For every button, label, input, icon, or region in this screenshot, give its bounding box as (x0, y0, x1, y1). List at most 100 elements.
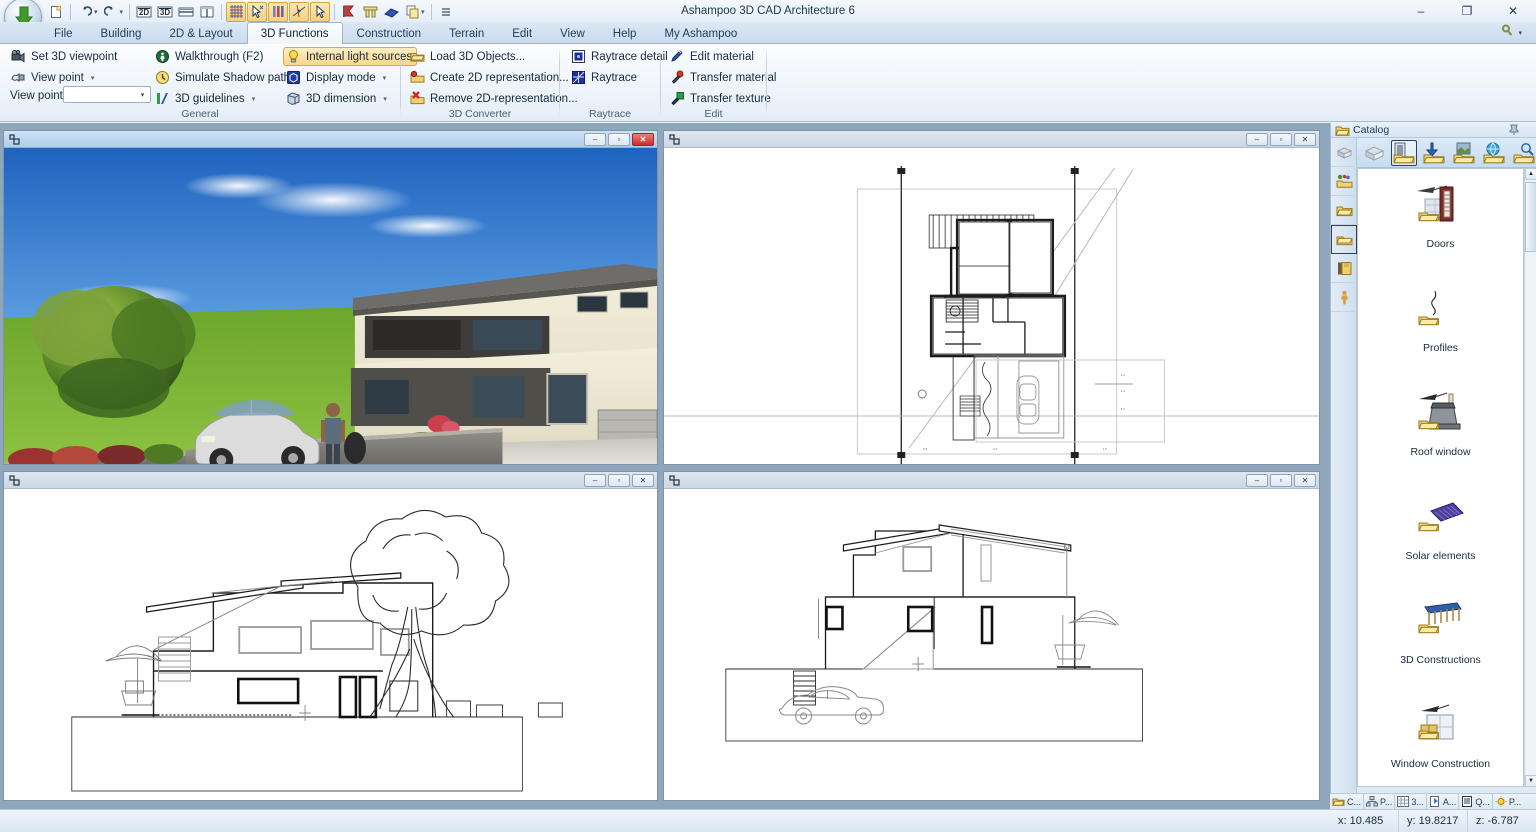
catalog-scrollbar[interactable]: ▲ ▼ (1524, 168, 1536, 787)
tab-building[interactable]: Building (87, 22, 156, 44)
tab-terrain[interactable]: Terrain (435, 22, 498, 44)
raytrace-button[interactable]: Raytrace (568, 68, 642, 87)
viewport-restore-button[interactable]: ▫ (1270, 133, 1292, 146)
object-dropdown-caret[interactable]: ▾ (421, 8, 425, 16)
catalog-tab-globe[interactable] (1481, 140, 1507, 166)
select-arrow-icon[interactable] (310, 2, 330, 22)
status-pane-project[interactable]: P... (1364, 794, 1395, 809)
viewport-canvas[interactable]: 1.22.43.1 0.82.21.5 (664, 148, 1319, 464)
viewport-close-button[interactable]: ✕ (1294, 133, 1316, 146)
viewport-close-button[interactable]: ✕ (1294, 474, 1316, 487)
viewport-minimize-button[interactable]: – (584, 474, 606, 487)
status-pane-3d[interactable]: 3... (1395, 794, 1427, 809)
viewport-minimize-button[interactable]: – (584, 133, 606, 146)
create-2d-representation-button[interactable]: Create 2D representation... (407, 68, 574, 87)
side-tab-plants[interactable] (1331, 167, 1357, 196)
raytrace-detail-button[interactable]: Raytrace detail (568, 47, 673, 66)
viewport-restore-button[interactable]: ▫ (1270, 474, 1292, 487)
viewport-titlebar[interactable]: – ▫ ✕ (4, 472, 657, 489)
view-point-input[interactable] (64, 88, 134, 102)
chevron-down-icon[interactable]: ▾ (135, 87, 150, 102)
tab-my-ashampoo[interactable]: My Ashampoo (650, 22, 751, 44)
undo-dropdown-caret[interactable]: ▾ (94, 8, 98, 16)
viewport-elevation-front[interactable]: – ▫ ✕ (3, 471, 658, 801)
transfer-material-button[interactable]: Transfer material (667, 68, 782, 87)
edit-material-button[interactable]: Edit material (667, 47, 759, 66)
redo-icon[interactable] (101, 2, 121, 22)
viewport-restore-button[interactable]: ▫ (608, 133, 630, 146)
viewport-restore-button[interactable]: ▫ (608, 474, 630, 487)
internal-light-sources-button[interactable]: Internal light sources (283, 47, 417, 66)
catalog-item-roof-window[interactable]: Roof window (1358, 377, 1523, 481)
set-3d-viewpoint-button[interactable]: Set 3D viewpoint (8, 47, 122, 66)
view-point-combo[interactable]: ▾ (63, 86, 151, 103)
3d-dimension-button[interactable]: 3D dimension ▾ (283, 89, 392, 108)
view-point-menu-button[interactable]: View point ▾ (8, 68, 99, 87)
remove-2d-representation-button[interactable]: Remove 2D-representation... (407, 89, 583, 108)
load-3d-objects-button[interactable]: Load 3D Objects... (407, 47, 530, 66)
catalog-item-list[interactable]: Doors Profiles (1357, 168, 1524, 787)
status-pane-quality[interactable]: Q... (1459, 794, 1493, 809)
status-pane-autosave[interactable]: A... (1427, 794, 1460, 809)
snap-cursor-icon[interactable] (247, 2, 267, 22)
qat-overflow-icon[interactable] (436, 2, 456, 22)
catalog-tab-doors[interactable] (1391, 140, 1417, 166)
side-tab-folder[interactable] (1331, 196, 1357, 225)
tab-2d-layout[interactable]: 2D & Layout (155, 22, 246, 44)
vertical-split-icon[interactable] (197, 2, 217, 22)
viewport-minimize-button[interactable]: – (1246, 474, 1268, 487)
status-pane-sun[interactable]: P... (1493, 794, 1523, 809)
pin-icon[interactable] (1508, 124, 1520, 139)
side-tab-catalog[interactable] (1331, 225, 1357, 254)
viewport-canvas[interactable] (4, 489, 657, 800)
catalog-tab-import[interactable] (1421, 140, 1447, 166)
scroll-thumb[interactable] (1525, 182, 1536, 252)
scroll-down-button[interactable]: ▼ (1525, 775, 1536, 787)
transfer-texture-button[interactable]: Transfer texture (667, 89, 776, 108)
viewport-titlebar[interactable]: – ▫ ✕ (4, 131, 657, 148)
tab-3d-functions[interactable]: 3D Functions (247, 22, 343, 45)
side-tab-book[interactable] (1331, 254, 1357, 283)
roof-icon[interactable] (381, 2, 401, 22)
catalog-item-window-construction[interactable]: Window Construction (1358, 689, 1523, 787)
viewport-titlebar[interactable]: – ▫ ✕ (664, 472, 1319, 489)
walkthrough-button[interactable]: Walkthrough (F2) (152, 47, 268, 66)
tab-construction[interactable]: Construction (343, 22, 436, 44)
viewport-titlebar[interactable]: – ▫ ✕ (664, 131, 1319, 148)
viewport-floor-plan[interactable]: – ▫ ✕ (663, 130, 1320, 465)
viewport-close-button[interactable]: ✕ (632, 474, 654, 487)
undo-icon[interactable] (75, 2, 95, 22)
catalog-item-3d-constructions[interactable]: 3D Constructions (1358, 585, 1523, 689)
side-tab-figures[interactable] (1331, 283, 1357, 312)
display-mode-button[interactable]: Display mode ▾ (283, 68, 391, 87)
viewport-3d-render[interactable]: – ▫ ✕ (3, 130, 658, 465)
new-document-icon[interactable] (46, 2, 66, 22)
viewport-canvas[interactable] (664, 489, 1319, 800)
object-icon[interactable] (402, 2, 422, 22)
3d-guidelines-button[interactable]: 3D guidelines ▾ (152, 89, 260, 108)
layers-icon[interactable] (268, 2, 288, 22)
catalog-item-solar-elements[interactable]: Solar elements (1358, 481, 1523, 585)
grid-icon[interactable] (226, 2, 246, 22)
help-dropdown-caret[interactable]: ▾ (1518, 29, 1522, 37)
side-tab-objects[interactable] (1331, 138, 1357, 167)
view-3d-icon[interactable]: 3D (155, 2, 175, 22)
wall-icon[interactable] (339, 2, 359, 22)
simulate-shadow-path-button[interactable]: Simulate Shadow path... (152, 68, 305, 87)
catalog-tab-textures[interactable] (1451, 140, 1477, 166)
tab-help[interactable]: Help (599, 22, 651, 44)
scroll-up-button[interactable]: ▲ (1525, 168, 1536, 180)
help-key-icon[interactable] (1501, 24, 1515, 41)
catalog-tab-search[interactable] (1511, 140, 1536, 166)
viewport-close-button[interactable]: ✕ (632, 133, 654, 146)
viewport-elevation-side[interactable]: – ▫ ✕ (663, 471, 1320, 801)
tab-view[interactable]: View (546, 22, 599, 44)
viewport-canvas[interactable] (4, 148, 657, 464)
floorplan-icon[interactable] (360, 2, 380, 22)
catalog-tab-objects[interactable] (1361, 140, 1387, 166)
catalog-item-doors[interactable]: Doors (1358, 169, 1523, 273)
guideline-icon[interactable] (289, 2, 309, 22)
tab-file[interactable]: File (40, 22, 87, 44)
viewport-minimize-button[interactable]: – (1246, 133, 1268, 146)
catalog-item-profiles[interactable]: Profiles (1358, 273, 1523, 377)
